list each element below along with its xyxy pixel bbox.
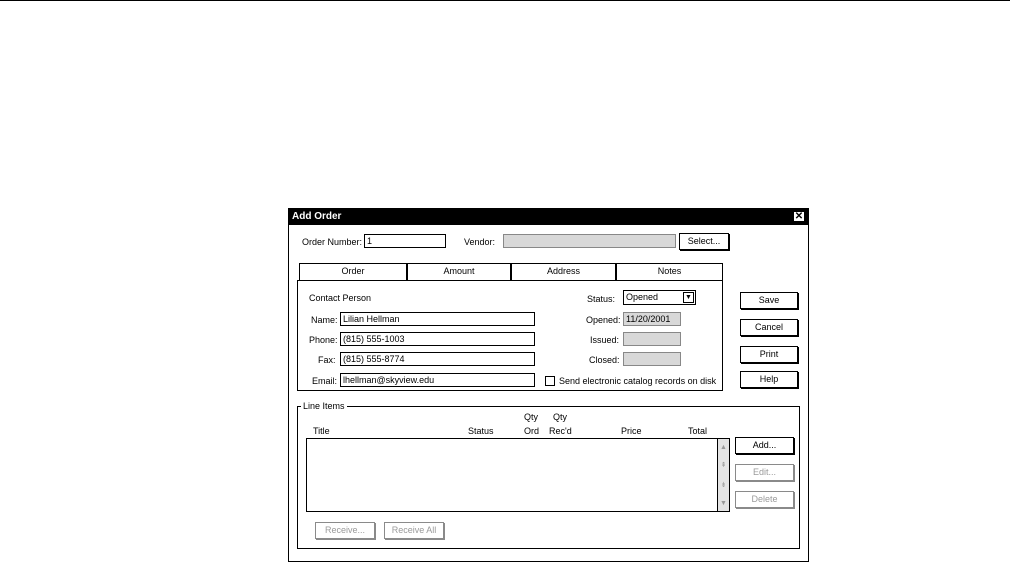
name-input[interactable]: Lilian Hellman: [340, 312, 535, 326]
line-items-label: Line Items: [301, 401, 347, 411]
closed-label: Closed:: [589, 355, 620, 365]
phone-input[interactable]: (815) 555-1003: [340, 332, 535, 346]
column-status: Status: [468, 426, 494, 436]
opened-label: Opened:: [586, 315, 621, 325]
tab-notes[interactable]: Notes: [616, 263, 723, 280]
receive-all-button[interactable]: Receive All: [384, 522, 444, 539]
select-vendor-button[interactable]: Select...: [679, 233, 729, 250]
fax-input[interactable]: (815) 555-8774: [340, 352, 535, 366]
vendor-label: Vendor:: [464, 237, 496, 247]
contact-person-heading: Contact Person: [309, 293, 372, 303]
order-number-input[interactable]: 1: [364, 234, 446, 248]
column-qty-recd: Rec'd: [549, 426, 572, 436]
name-label: Name:: [311, 315, 338, 325]
tab-order[interactable]: Order: [299, 263, 407, 280]
column-total: Total: [688, 426, 708, 436]
status-select[interactable]: Opened ▼: [623, 290, 696, 305]
edit-line-item-button[interactable]: Edit...: [735, 464, 794, 481]
arrow-down-icon[interactable]: ▼: [718, 499, 729, 509]
status-label: Status:: [587, 294, 616, 304]
vendor-field: [503, 234, 676, 248]
page-top-rule: [0, 0, 1010, 1]
opened-date-field: 11/20/2001: [623, 312, 681, 326]
line-items-scrollbar[interactable]: ▲ ⇞ ⇟ ▼: [718, 438, 730, 512]
add-line-item-button[interactable]: Add...: [735, 437, 794, 454]
closed-date-field: [623, 352, 681, 366]
receive-button[interactable]: Receive...: [315, 522, 375, 539]
issued-label: Issued:: [590, 335, 620, 345]
help-button[interactable]: Help: [740, 371, 798, 388]
phone-label: Phone:: [309, 335, 338, 345]
save-button[interactable]: Save: [740, 292, 798, 309]
dialog-title: Add Order: [292, 211, 342, 222]
arrow-first-icon[interactable]: ⇞: [718, 461, 729, 471]
issued-date-field: [623, 332, 681, 346]
column-title: Title: [313, 426, 330, 436]
arrow-up-icon[interactable]: ▲: [718, 443, 729, 453]
fax-label: Fax:: [318, 355, 336, 365]
arrow-last-icon[interactable]: ⇟: [718, 481, 729, 491]
delete-line-item-button[interactable]: Delete: [735, 491, 794, 508]
status-selected-value: Opened: [626, 292, 659, 302]
send-electronic-label: Send electronic catalog records on disk: [559, 376, 717, 386]
cancel-button[interactable]: Cancel: [740, 319, 798, 336]
dialog-titlebar: Add Order ✕: [289, 209, 808, 225]
column-qty-recd-top: Qty: [553, 412, 568, 422]
send-electronic-checkbox[interactable]: [545, 376, 555, 386]
column-qty-ord-top: Qty: [524, 412, 539, 422]
tab-amount[interactable]: Amount: [407, 263, 511, 280]
column-price: Price: [621, 426, 642, 436]
tab-address[interactable]: Address: [511, 263, 616, 280]
email-input[interactable]: lhellman@skyview.edu: [340, 373, 535, 387]
chevron-down-icon[interactable]: ▼: [683, 292, 694, 303]
email-label: Email:: [312, 376, 338, 386]
print-button[interactable]: Print: [740, 346, 798, 363]
column-qty-ord: Ord: [524, 426, 540, 436]
order-number-label: Order Number:: [302, 237, 363, 247]
add-order-dialog: Add Order ✕ Order Number: 1 Vendor: Sele…: [288, 208, 809, 562]
line-items-list[interactable]: [306, 438, 718, 512]
close-icon[interactable]: ✕: [793, 211, 805, 222]
